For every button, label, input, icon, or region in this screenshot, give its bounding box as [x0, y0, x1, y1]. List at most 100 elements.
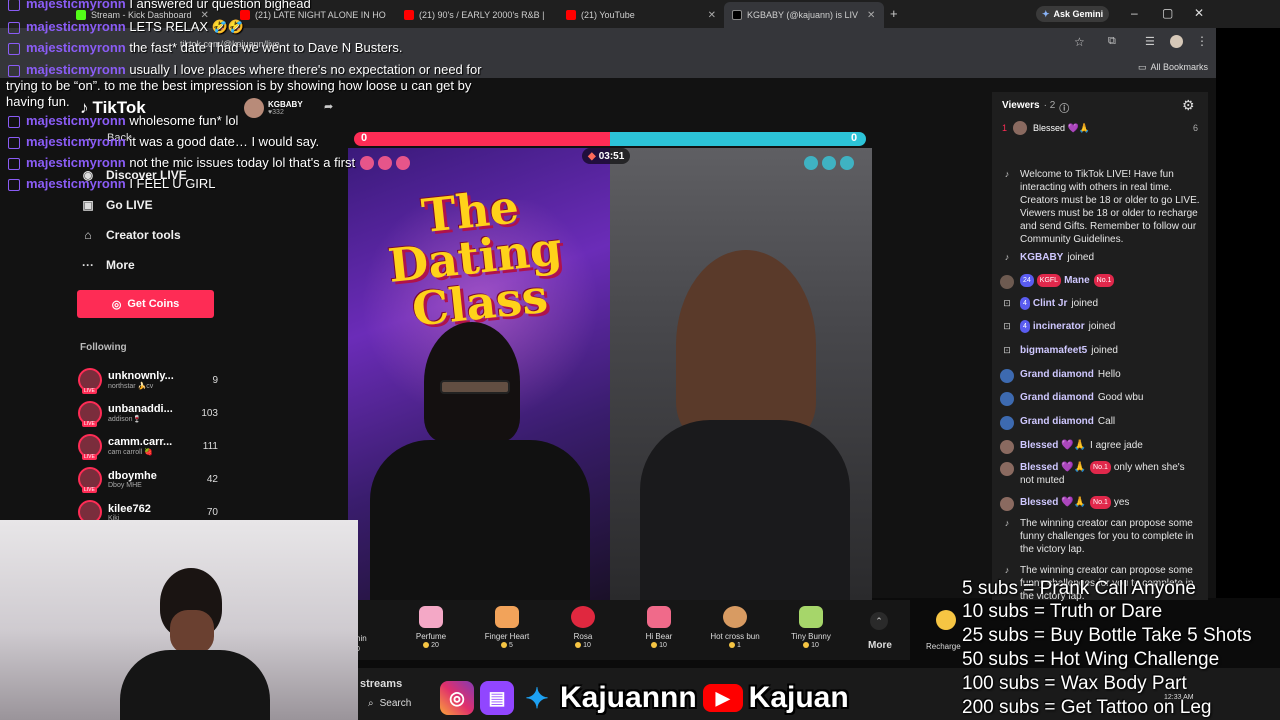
get-coins-button[interactable]: ◎ Get Coins [77, 290, 214, 318]
chat-user[interactable]: Mane [1064, 275, 1090, 286]
live-badge: LIVE [82, 388, 97, 394]
viewers-count: · 2 [1043, 100, 1056, 111]
profile-avatar[interactable] [1170, 35, 1183, 48]
close-icon[interactable]: ✕ [708, 10, 716, 21]
menu-list-icon[interactable]: ☰ [1145, 35, 1155, 48]
chevron-up-icon[interactable]: ⌃ [870, 612, 888, 630]
chat-text: Welcome to TikTok LIVE! Have fun interac… [1020, 169, 1200, 245]
chat-row: Grand diamond Hello [1000, 368, 1200, 383]
top-viewer-row[interactable]: 1 Blessed 💜🙏 6 [1002, 121, 1198, 135]
close-icon[interactable]: ✕ [867, 10, 875, 21]
bun-icon [723, 606, 747, 628]
twitch-username: majesticmyronn [26, 134, 126, 149]
star-icon[interactable]: ☆ [1074, 35, 1085, 49]
coin-icon: ◎ [111, 298, 122, 311]
extensions-icon[interactable]: ⧉ [1108, 35, 1116, 48]
coin-icon [501, 642, 508, 649]
nav-go-live[interactable]: ▣ Go LIVE [80, 198, 152, 212]
tab-youtube-3[interactable]: (21) YouTube ✕ [566, 6, 716, 24]
maximize-button[interactable]: ▢ [1162, 6, 1173, 20]
gift-name: Perfume [415, 632, 447, 641]
tab-tiktok-active[interactable]: KGBABY (@kajuann) is LIV ✕ [724, 2, 884, 28]
twitch-username: majesticmyronn [26, 0, 126, 11]
avatar [1000, 462, 1014, 476]
nav-label: Creator tools [106, 228, 181, 242]
chat-row: 24 KGFL Mane No.1 [1000, 274, 1200, 289]
gift-tiny-bunny[interactable]: Tiny Bunny 10 [776, 606, 846, 649]
nav-creator-tools[interactable]: ⌂ Creator tools [80, 228, 181, 242]
live-badge: LIVE [82, 487, 97, 493]
chat-user[interactable]: Blessed 💜🙏 [1020, 462, 1086, 473]
tab-title: KGBABY (@kajuann) is LIV [747, 10, 859, 20]
chat-user[interactable]: Grand diamond [1020, 369, 1094, 380]
chat-user[interactable]: Clint Jr [1033, 298, 1067, 309]
ask-gemini-button[interactable]: ✦ Ask Gemini [1036, 6, 1110, 22]
gift-hot-cross-bun[interactable]: Hot cross bun 1 [700, 606, 770, 649]
recharge-button[interactable]: Recharge [926, 642, 961, 651]
twitch-icon [8, 0, 20, 11]
chat-user[interactable]: Blessed 💜🙏 [1020, 497, 1086, 508]
chat-row: Blessed 💜🙏 No.1 yes [1000, 496, 1200, 511]
twitch-message: the fast* date I had we went to Dave N B… [129, 40, 403, 55]
twitch-message: LETS RELAX 🤣🤣 [129, 19, 245, 34]
avatar [1000, 497, 1014, 511]
following-sub: Dboy MHE [108, 481, 142, 489]
viewer-count: 42 [206, 473, 218, 485]
gift-finger-heart[interactable]: Finger Heart 5 [472, 606, 542, 649]
gifts-more-button[interactable]: More [868, 640, 892, 651]
chat-text: Call [1097, 416, 1116, 427]
share-icon[interactable]: ➦ [324, 100, 333, 113]
twitch-icon [8, 64, 20, 77]
following-item[interactable]: LIVE unbanaddi... addison🍷 103 [78, 399, 218, 427]
taskbar-search[interactable]: ⌕ Search [368, 694, 428, 712]
bear-icon [647, 606, 671, 628]
timer-text: 03:51 [598, 150, 625, 162]
following-sub: addison🍷 [108, 416, 142, 423]
chat-user[interactable]: KGBABY [1020, 252, 1063, 263]
social-handle: Kajuannn [560, 681, 697, 714]
gift-hi-bear[interactable]: Hi Bear 10 [624, 606, 694, 649]
tab-youtube-2[interactable]: (21) 90's / EARLY 2000's R&B | [404, 6, 554, 24]
chat-user[interactable]: Grand diamond [1020, 392, 1094, 403]
following-item[interactable]: LIVE dboymhe Dboy MHE 42 [78, 465, 218, 493]
chat-row: Blessed 💜🙏 No.1 only when she's not muted [1000, 461, 1200, 487]
new-tab-button[interactable]: + [890, 6, 898, 21]
following-item[interactable]: LIVE unknownly... northstar 🍌cv 9 [78, 366, 218, 394]
join-icon: ⊡ [1003, 321, 1011, 331]
twitch-username: majesticmyronn [26, 62, 126, 77]
guest-person-body [640, 420, 850, 600]
following-name: unknownly... [108, 370, 174, 382]
gift-rosa[interactable]: Rosa 10 [548, 606, 618, 649]
kebab-menu-icon[interactable]: ⋮ [1196, 34, 1208, 48]
streamer-body [120, 650, 270, 720]
tab-title: (21) LATE NIGHT ALONE IN HO [255, 10, 386, 20]
battle-timer: ◆ 03:51 [582, 148, 631, 164]
settings-gear-icon[interactable]: ⚙ [1182, 97, 1195, 114]
twitch-message: not the mic issues today lol that's a fi… [129, 155, 356, 170]
socials-overlay: ◎ ▤ ✦ Kajuannn ▶ Kajuan [440, 678, 849, 718]
all-bookmarks-button[interactable]: ▭ All Bookmarks [1138, 62, 1208, 73]
chat-user[interactable]: bigmamafeet5 [1020, 345, 1087, 356]
gift-perfume[interactable]: Perfume 20 [396, 606, 466, 649]
following-item[interactable]: LIVE camm.carr... cam carroll 🍓 111 [78, 432, 218, 460]
glasses-shape [440, 380, 510, 394]
nav-more[interactable]: ··· More [80, 258, 135, 272]
chat-user[interactable]: Grand diamond [1020, 416, 1094, 427]
twitch-username: majesticmyronn [26, 113, 126, 128]
host-info[interactable]: KGBABY ♥332 [244, 98, 303, 118]
chat-text: joined [1067, 252, 1095, 263]
twitch-icon [8, 178, 20, 191]
viewer-score: 6 [1192, 123, 1198, 133]
finger-heart-icon [495, 606, 519, 628]
window-close-button[interactable]: ✕ [1194, 6, 1204, 20]
minimize-button[interactable]: – [1131, 6, 1138, 20]
youtube-icon [404, 10, 414, 20]
chat-user[interactable]: incinerator [1033, 321, 1085, 332]
viewer-name: Blessed 💜🙏 [1033, 122, 1090, 133]
twitch-message: I answered ur question bighead [129, 0, 311, 11]
score-left: 0 [361, 132, 368, 144]
viewers-header[interactable]: Viewers · 2 ⓘ [1002, 100, 1069, 115]
host-person-body [370, 440, 590, 600]
gift-price: 10 [548, 642, 618, 649]
chat-user[interactable]: Blessed 💜🙏 [1020, 440, 1086, 451]
